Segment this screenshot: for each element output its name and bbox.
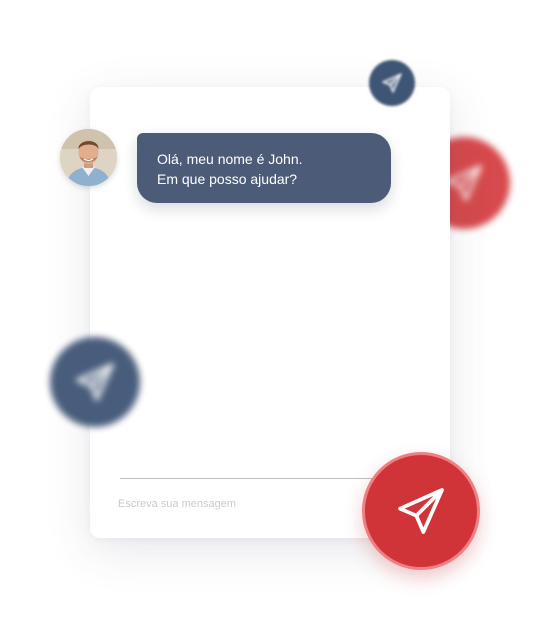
send-button[interactable]	[362, 452, 480, 570]
paper-plane-icon	[382, 73, 402, 93]
incoming-message-bubble: Olá, meu nome é John. Em que posso ajuda…	[137, 133, 391, 203]
agent-avatar	[60, 129, 117, 186]
agent-portrait-icon	[60, 129, 117, 186]
message-input[interactable]	[118, 494, 358, 514]
paper-plane-icon	[76, 363, 114, 401]
decorative-navy-bubble	[50, 337, 140, 427]
chat-widget-stage: Olá, meu nome é John. Em que posso ajuda…	[0, 0, 540, 631]
paper-plane-icon	[398, 488, 444, 534]
message-line-1: Olá, meu nome é John.	[157, 151, 303, 167]
input-divider	[120, 478, 382, 479]
message-line-2: Em que posso ajudar?	[157, 171, 298, 187]
decorative-navy-small-bubble	[369, 60, 415, 106]
